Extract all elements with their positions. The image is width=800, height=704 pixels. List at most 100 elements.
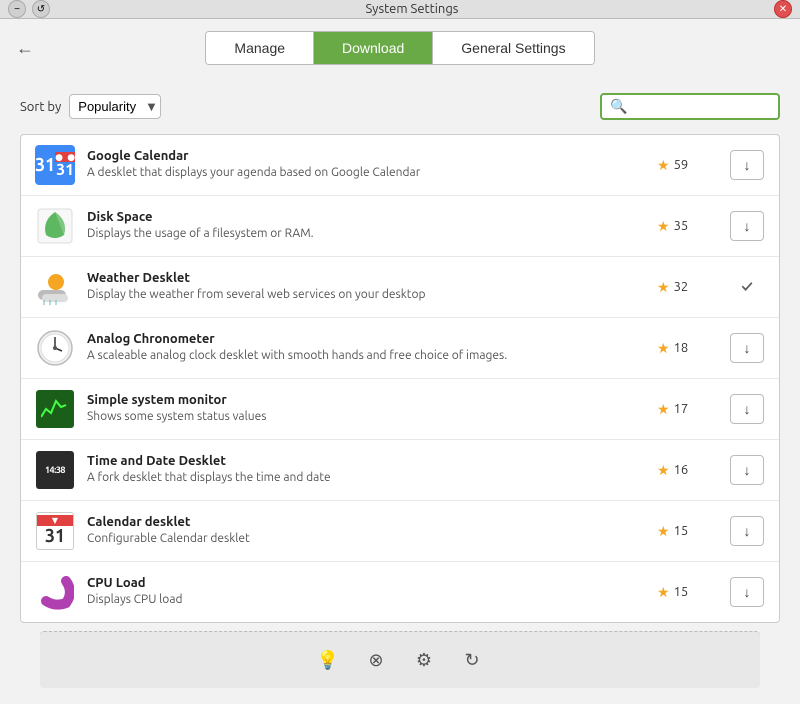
sort-label: Sort by (20, 100, 61, 114)
item-action: ↓ (729, 516, 765, 546)
list-item: Weather Desklet Display the weather from… (21, 257, 779, 318)
item-icon-google-calendar: ● ● 31 (35, 145, 75, 185)
item-info-weather: Weather Desklet Display the weather from… (87, 271, 645, 304)
tab-download[interactable]: Download (314, 32, 433, 64)
item-icon-weather (35, 267, 75, 307)
settings-button[interactable]: ⚙ (406, 642, 442, 678)
rating-value: 15 (674, 585, 689, 599)
remove-button[interactable]: ⊗ (358, 642, 394, 678)
star-icon: ★ (657, 523, 670, 540)
item-info-sysmon: Simple system monitor Shows some system … (87, 393, 645, 426)
item-info-google-calendar: Google Calendar A desklet that displays … (87, 149, 645, 182)
close-button[interactable]: ✕ (774, 0, 792, 18)
nav-tabs: Manage Download General Settings (205, 31, 594, 65)
item-icon-disk-space (35, 206, 75, 246)
item-info-chrono: Analog Chronometer A scaleable analog cl… (87, 332, 645, 365)
sort-wrapper: Popularity Name Date Rating ▼ (69, 94, 161, 119)
item-info-cpuload: CPU Load Displays CPU load (87, 576, 645, 609)
item-name: Disk Space (87, 210, 645, 224)
item-rating: ★ 17 (657, 401, 717, 418)
header: ← Manage Download General Settings (0, 19, 800, 77)
window-title: System Settings (50, 2, 774, 16)
list-item: 14:38 Time and Date Desklet A fork deskl… (21, 440, 779, 501)
restore-button[interactable]: ↺ (32, 0, 50, 18)
search-input[interactable] (631, 99, 770, 114)
titlebar: − ↺ System Settings ✕ (0, 0, 800, 19)
rating-value: 17 (674, 402, 689, 416)
rating-value: 15 (674, 524, 689, 538)
items-list: ● ● 31 Google Calendar A desklet that di… (20, 134, 780, 623)
search-icon: 🔍 (610, 98, 627, 115)
item-rating: ★ 16 (657, 462, 717, 479)
list-item: Analog Chronometer A scaleable analog cl… (21, 318, 779, 379)
download-button[interactable]: ↓ (730, 455, 764, 485)
item-info-timedate: Time and Date Desklet A fork desklet tha… (87, 454, 645, 487)
item-action: ↓ (729, 394, 765, 424)
item-action-installed: ✓ (729, 278, 765, 296)
download-button[interactable]: ↓ (730, 333, 764, 363)
download-button[interactable]: ↓ (730, 394, 764, 424)
refresh-button[interactable]: ↻ (454, 642, 490, 678)
item-desc: Shows some system status values (87, 409, 645, 426)
item-action: ↓ (729, 577, 765, 607)
item-rating: ★ 18 (657, 340, 717, 357)
main-window: ← Manage Download General Settings Sort … (0, 19, 800, 704)
star-icon: ★ (657, 462, 670, 479)
item-action: ↓ (729, 333, 765, 363)
item-desc: A desklet that displays your agenda base… (87, 165, 645, 182)
item-desc: Displays CPU load (87, 592, 645, 609)
item-icon-cpuload (35, 572, 75, 612)
item-info-disk-space: Disk Space Displays the usage of a files… (87, 210, 645, 243)
installed-checkmark: ✓ (741, 278, 752, 296)
star-icon: ★ (657, 340, 670, 357)
star-icon: ★ (657, 584, 670, 601)
star-icon: ★ (657, 218, 670, 235)
sort-select[interactable]: Popularity Name Date Rating (69, 94, 161, 119)
item-info-caldesk: Calendar desklet Configurable Calendar d… (87, 515, 645, 548)
content-area: Sort by Popularity Name Date Rating ▼ 🔍 (0, 77, 800, 704)
item-rating: ★ 15 (657, 523, 717, 540)
rating-value: 18 (674, 341, 689, 355)
tab-manage[interactable]: Manage (206, 32, 314, 64)
item-name: CPU Load (87, 576, 645, 590)
download-button[interactable]: ↓ (730, 211, 764, 241)
item-name: Weather Desklet (87, 271, 645, 285)
download-button[interactable]: ↓ (730, 150, 764, 180)
sort-bar: Sort by Popularity Name Date Rating ▼ 🔍 (20, 93, 780, 120)
rating-value: 59 (674, 158, 689, 172)
item-name: Simple system monitor (87, 393, 645, 407)
item-desc: Displays the usage of a filesystem or RA… (87, 226, 645, 243)
item-desc: A scaleable analog clock desklet with sm… (87, 348, 645, 365)
download-button[interactable]: ↓ (730, 516, 764, 546)
item-name: Google Calendar (87, 149, 645, 163)
item-name: Analog Chronometer (87, 332, 645, 346)
rating-value: 35 (674, 219, 689, 233)
download-button[interactable]: ↓ (730, 577, 764, 607)
rating-value: 32 (674, 280, 689, 294)
search-wrapper: 🔍 (600, 93, 780, 120)
item-desc: A fork desklet that displays the time an… (87, 470, 645, 487)
item-icon-chrono (35, 328, 75, 368)
item-desc: Display the weather from several web ser… (87, 287, 645, 304)
list-item: CPU Load Displays CPU load ★ 15 ↓ (21, 562, 779, 622)
minimize-button[interactable]: − (8, 0, 26, 18)
star-icon: ★ (657, 401, 670, 418)
list-item: Disk Space Displays the usage of a files… (21, 196, 779, 257)
info-button[interactable]: 💡 (310, 642, 346, 678)
item-icon-timedate: 14:38 (35, 450, 75, 490)
list-item: Simple system monitor Shows some system … (21, 379, 779, 440)
item-icon-sysmon (35, 389, 75, 429)
item-action: ↓ (729, 150, 765, 180)
back-button[interactable]: ← (16, 38, 34, 59)
tab-general-settings[interactable]: General Settings (433, 32, 593, 64)
rating-value: 16 (674, 463, 689, 477)
list-item: ▼ 31 Calendar desklet Configurable Calen… (21, 501, 779, 562)
footer-toolbar: 💡 ⊗ ⚙ ↻ (40, 631, 760, 688)
item-icon-caldesk: ▼ 31 (35, 511, 75, 551)
list-item: ● ● 31 Google Calendar A desklet that di… (21, 135, 779, 196)
window-controls: − ↺ (8, 0, 50, 18)
item-name: Calendar desklet (87, 515, 645, 529)
star-icon: ★ (657, 157, 670, 174)
item-rating: ★ 35 (657, 218, 717, 235)
item-desc: Configurable Calendar desklet (87, 531, 645, 548)
